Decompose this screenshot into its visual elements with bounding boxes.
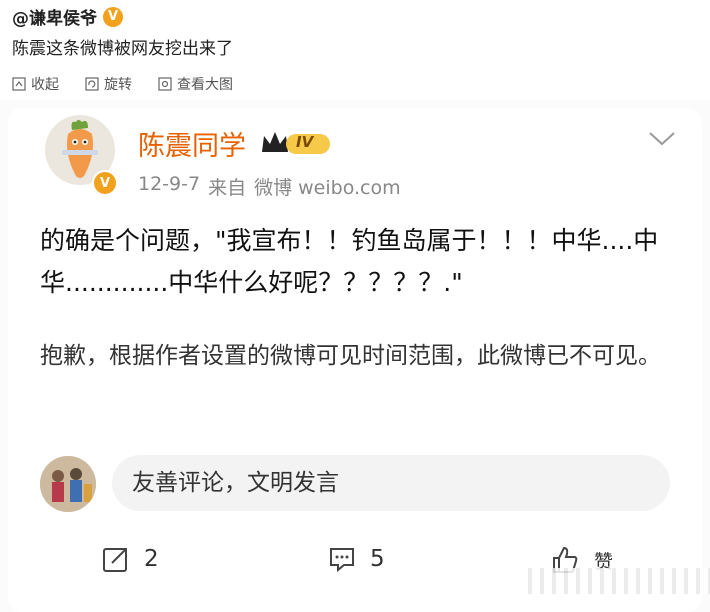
watermark-strip [520, 568, 710, 594]
verified-badge-icon: V [103, 6, 123, 27]
repost-icon [103, 548, 127, 572]
post-meta: 12-9-7 来自 微博 weibo.com [138, 173, 401, 200]
people-photo-icon [40, 456, 96, 512]
user-avatar[interactable]: V [42, 112, 120, 196]
collapse-button[interactable]: 收起 [12, 74, 59, 94]
visibility-notice: 抱歉，根据作者设置的微博可见时间范围，此微博已不可见。 [40, 343, 661, 369]
collapse-icon [12, 77, 26, 91]
post-text: 陈震这条微博被网友挖出来了 [12, 39, 233, 59]
rotate-button[interactable]: 旋转 [85, 74, 132, 94]
view-large-button[interactable]: 查看大图 [158, 74, 233, 94]
post-body-text: 的确是个问题，"我宣布！！钓鱼岛属于！！！中华....中华...........… [40, 226, 659, 297]
level-label: IV [296, 133, 314, 151]
post-source: 微博 weibo.com [254, 177, 401, 199]
chevron-down-icon[interactable] [648, 130, 676, 148]
author-name[interactable]: @谦卑侯爷 [12, 4, 97, 29]
repost-button[interactable]: 2 [102, 545, 159, 573]
view-large-icon [158, 77, 172, 91]
level-badge: IV [260, 128, 332, 162]
rotate-label: 旋转 [104, 77, 132, 93]
avatar-verified-badge-icon: V [92, 170, 118, 196]
collapse-label: 收起 [31, 77, 59, 93]
post-date: 12-9-7 [138, 173, 201, 195]
view-large-label: 查看大图 [177, 77, 233, 93]
rotate-icon [85, 77, 99, 91]
post-header: @谦卑侯爷 V 陈震这条微博被网友挖出来了 收起 旋转 查看大图 [0, 0, 710, 100]
comment-count: 5 [370, 546, 385, 572]
image-toolbar: 收起 旋转 查看大图 [12, 74, 233, 94]
repost-count: 2 [144, 546, 159, 572]
author-row: @谦卑侯爷 V [12, 4, 123, 29]
comment-icon [330, 548, 354, 573]
comment-input[interactable]: 友善评论，文明发言 [112, 455, 670, 511]
comment-button[interactable]: 5 [328, 545, 385, 573]
source-prefix: 来自 [208, 177, 247, 199]
username[interactable]: 陈震同学 [138, 124, 246, 163]
commenter-avatar [40, 456, 96, 512]
